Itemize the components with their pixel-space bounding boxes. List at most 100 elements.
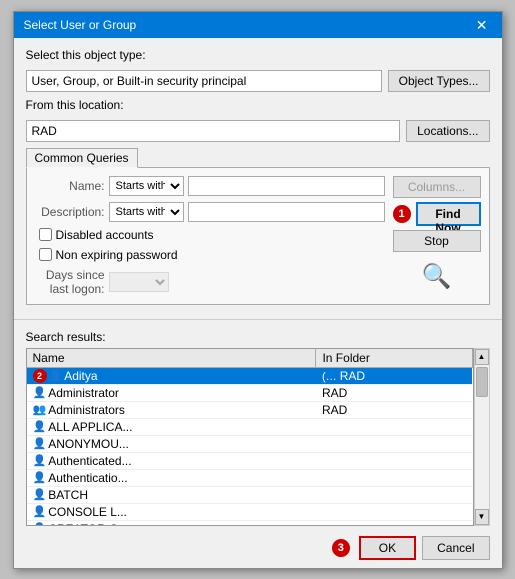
days-select[interactable] (109, 272, 169, 292)
result-name-text: Administrator (48, 386, 119, 400)
find-now-container: 1 Find Now (393, 202, 481, 226)
scroll-down-button[interactable]: ▼ (475, 509, 489, 525)
title-bar: Select User or Group ✕ (14, 12, 502, 38)
bottom-section: Search results: Name In Folder 2👤Aditya(… (14, 324, 502, 532)
non-expiring-checkbox[interactable] (39, 248, 52, 261)
results-table-wrapper[interactable]: Name In Folder 2👤Aditya(… RAD👤Administra… (26, 348, 474, 526)
user-icon: 👤 (49, 369, 63, 382)
results-table: Name In Folder 2👤Aditya(… RAD👤Administra… (27, 349, 473, 526)
user-icon: 👤 (33, 420, 47, 433)
find-now-button[interactable]: Find Now (416, 202, 481, 226)
scroll-up-button[interactable]: ▲ (475, 349, 489, 365)
common-queries-section: Common Queries Name: Starts with Descrip… (26, 148, 490, 305)
common-queries-box: Name: Starts with Description: Starts wi… (26, 167, 490, 305)
result-folder-cell: (… RAD (316, 367, 472, 384)
location-input[interactable] (26, 120, 401, 142)
disabled-accounts-label: Disabled accounts (56, 228, 154, 242)
result-name-cell: 👤ANONYMOU... (27, 435, 316, 452)
result-name-cell: 👤Administrator (27, 384, 316, 401)
stop-button[interactable]: Stop (393, 230, 481, 252)
disabled-accounts-row: Disabled accounts (39, 228, 385, 242)
result-name-text: BATCH (48, 488, 88, 502)
result-folder-cell (316, 520, 472, 526)
folder-prefix: (… (322, 371, 340, 383)
col-name: Name (27, 349, 316, 368)
object-type-row: Object Types... (26, 70, 490, 92)
days-row: Days since last logon: (35, 268, 385, 296)
result-folder-cell (316, 452, 472, 469)
common-queries-right: Columns... 1 Find Now Stop 🔍 (393, 176, 481, 296)
user-icon: 👤 (33, 488, 47, 501)
result-name-text: Aditya (64, 369, 97, 383)
non-expiring-row: Non expiring password (39, 248, 385, 262)
ok-button[interactable]: OK (359, 536, 416, 560)
description-label: Description: (35, 205, 105, 219)
result-name-cell: 👤Authenticatio... (27, 469, 316, 486)
result-name-text: CONSOLE L... (48, 505, 127, 519)
user-icon: 👤 (33, 437, 47, 450)
scrollbar[interactable]: ▲ ▼ (474, 348, 490, 526)
user-icon: 👤 (33, 454, 47, 467)
desc-condition-select[interactable]: Starts with (109, 202, 184, 222)
common-queries-tab[interactable]: Common Queries (26, 148, 138, 168)
result-name-cell: 👤BATCH (27, 486, 316, 503)
table-row[interactable]: 👥AdministratorsRAD (27, 401, 473, 418)
table-row[interactable]: 👤AdministratorRAD (27, 384, 473, 401)
table-row[interactable]: 2👤Aditya(… RAD (27, 367, 473, 384)
disabled-accounts-checkbox[interactable] (39, 228, 52, 241)
result-name-cell: 👤CONSOLE L... (27, 503, 316, 520)
description-input[interactable] (188, 202, 385, 222)
row-badge: 2 (33, 369, 47, 383)
select-user-dialog: Select User or Group ✕ Select this objec… (13, 11, 503, 569)
user-icon: 👤 (33, 471, 47, 484)
result-name-text: Authenticatio... (48, 471, 127, 485)
object-type-input[interactable] (26, 70, 382, 92)
search-results-label: Search results: (26, 330, 490, 344)
location-label: From this location: (26, 98, 490, 112)
days-label: Days since last logon: (35, 268, 105, 296)
non-expiring-label: Non expiring password (56, 248, 178, 262)
object-type-label: Select this object type: (26, 48, 490, 62)
result-folder-cell: RAD (316, 384, 472, 401)
result-name-cell: 👤ALL APPLICA... (27, 418, 316, 435)
table-row[interactable]: 👤ALL APPLICA... (27, 418, 473, 435)
dialog-body: Select this object type: Object Types...… (14, 38, 502, 315)
table-row[interactable]: 👤BATCH (27, 486, 473, 503)
search-icon: 🔍 (393, 262, 481, 291)
results-header: Name In Folder (27, 349, 473, 368)
result-name-cell: 2👤Aditya (27, 367, 316, 384)
name-label: Name: (35, 179, 105, 193)
columns-button[interactable]: Columns... (393, 176, 481, 198)
find-now-badge: 1 (393, 205, 411, 223)
results-body: 2👤Aditya(… RAD👤AdministratorRAD👥Administ… (27, 367, 473, 526)
result-folder-cell: RAD (316, 401, 472, 418)
object-types-button[interactable]: Object Types... (388, 70, 490, 92)
name-input[interactable] (188, 176, 385, 196)
table-row[interactable]: 👤CREATOR G... (27, 520, 473, 526)
close-button[interactable]: ✕ (472, 18, 492, 32)
result-folder-cell (316, 435, 472, 452)
user-icon: 👤 (33, 522, 47, 526)
result-name-text: CREATOR G... (48, 522, 128, 526)
name-condition-select[interactable]: Starts with (109, 176, 184, 196)
scroll-thumb[interactable] (476, 367, 488, 397)
dialog-title: Select User or Group (24, 18, 137, 32)
result-folder-cell (316, 418, 472, 435)
table-row[interactable]: 👤Authenticated... (27, 452, 473, 469)
results-container: Name In Folder 2👤Aditya(… RAD👤Administra… (26, 348, 490, 526)
table-row[interactable]: 👤CONSOLE L... (27, 503, 473, 520)
result-name-cell: 👤CREATOR G... (27, 520, 316, 526)
result-name-text: Authenticated... (48, 454, 131, 468)
locations-button[interactable]: Locations... (406, 120, 489, 142)
separator (14, 319, 502, 320)
ok-badge: 3 (332, 539, 350, 557)
ok-cancel-row: 3 OK Cancel (14, 532, 502, 568)
cancel-button[interactable]: Cancel (422, 536, 489, 560)
user-icon: 👤 (33, 505, 47, 518)
table-row[interactable]: 👤Authenticatio... (27, 469, 473, 486)
result-folder-cell (316, 486, 472, 503)
description-row: Description: Starts with (35, 202, 385, 222)
result-name-text: Administrators (48, 403, 125, 417)
table-row[interactable]: 👤ANONYMOU... (27, 435, 473, 452)
result-folder-cell (316, 503, 472, 520)
